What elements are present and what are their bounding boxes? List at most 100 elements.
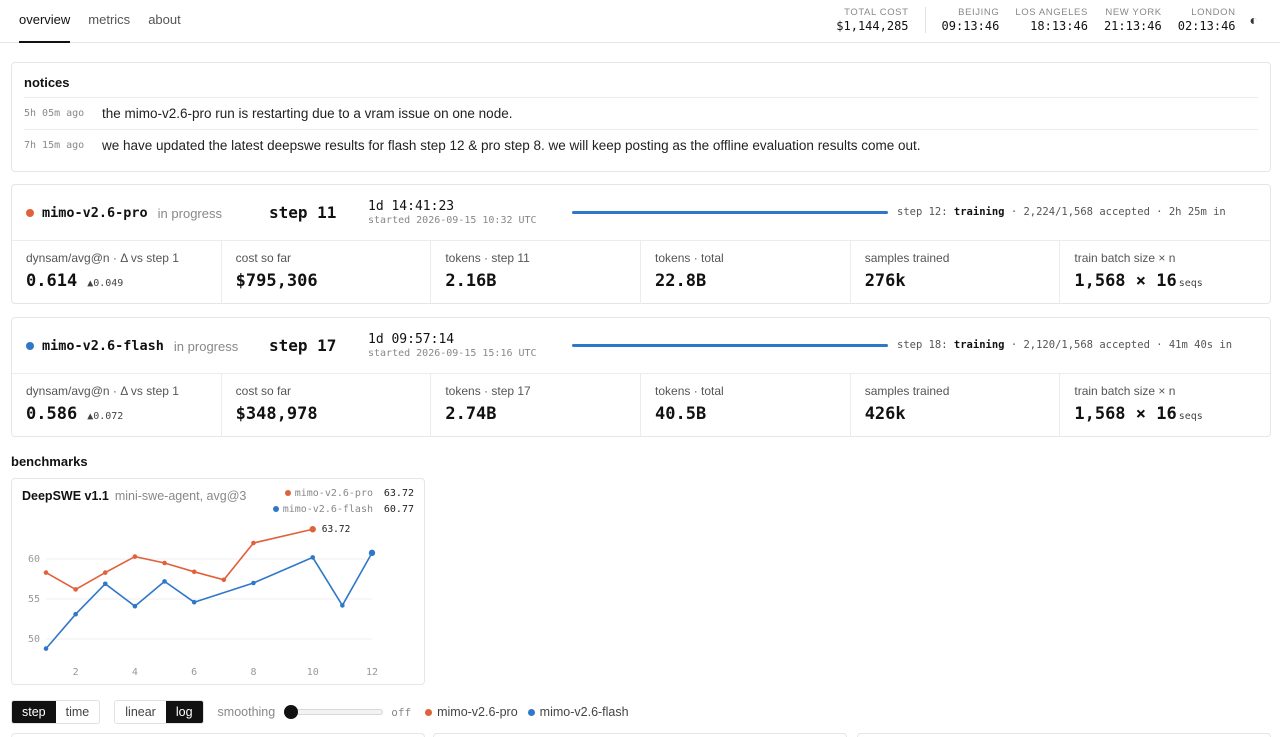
notice-item: 7h 15m ago we have updated the latest de… bbox=[24, 129, 1258, 161]
x-tick-label: 8 bbox=[250, 667, 256, 678]
data-point bbox=[191, 599, 197, 605]
chart-card-stub bbox=[11, 733, 425, 737]
slider-handle[interactable] bbox=[284, 705, 299, 719]
scale-linear-button[interactable]: linear bbox=[115, 701, 166, 723]
metric-label: cost so far bbox=[235, 251, 292, 265]
metric-value: 40.5B bbox=[655, 404, 707, 424]
axis-time-button[interactable]: time bbox=[56, 701, 100, 723]
legend-label: mimo-v2.6-flash bbox=[539, 705, 629, 719]
run-step: step 11 bbox=[269, 203, 337, 222]
axis-step-button[interactable]: step bbox=[12, 701, 56, 723]
metric-value: $348,978 bbox=[235, 404, 318, 424]
metric-label: train batch size × n bbox=[1074, 384, 1176, 398]
run-header: mimo-v2.6-pro in progress step 11 1d 14:… bbox=[12, 185, 1270, 241]
data-point bbox=[221, 577, 227, 583]
tab-about[interactable]: about bbox=[148, 0, 181, 43]
progress-fill bbox=[572, 344, 888, 347]
clock-label: LONDON bbox=[1191, 7, 1236, 18]
metric-batch: train batch size × n 1,568 × 16 seqs bbox=[1060, 241, 1270, 304]
step-info: step 18: training · 2,120/1,568 accepted… bbox=[897, 339, 1232, 351]
metric-label: dynsam/avg@n · Δ vs step 1 bbox=[26, 251, 179, 265]
metric-delta: ▲0.049 bbox=[87, 278, 124, 289]
chart-title: DeepSWE v1.1 mini-swe-agent, avg@3 bbox=[22, 489, 246, 503]
run-title: mimo-v2.6-pro bbox=[42, 205, 148, 221]
smoothing-label: smoothing bbox=[217, 705, 276, 719]
metric-unit: seqs bbox=[1178, 278, 1203, 289]
metric-tokens-total: tokens · total 40.5B bbox=[641, 374, 851, 437]
legend-dot-icon bbox=[285, 490, 291, 496]
run-metrics: dynsam/avg@n · Δ vs step 1 0.586 ▲0.072 co… bbox=[12, 374, 1270, 437]
x-tick-label: 10 bbox=[307, 667, 319, 678]
benchmark-chart-card: 50 55 60 2 4 6 8 10 12 63.72 mimo-v2.6-pro 63.72 mim… bbox=[11, 478, 425, 685]
benchmark-chart: 50 55 60 2 4 6 8 10 12 63.72 mimo-v2.6-pro 63.72 mim… bbox=[28, 488, 414, 678]
clock-london: LONDON 02:13:46 bbox=[1178, 7, 1236, 33]
run-card-flash: mimo-v2.6-flash in progress step 17 1d 0… bbox=[11, 317, 1271, 437]
metric-label: train batch size × n bbox=[1074, 251, 1176, 265]
run-elapsed: 1d 14:41:23 started 2026-09-15 10:32 UTC bbox=[368, 199, 537, 227]
clock-label: BEIJING bbox=[958, 7, 1000, 18]
metric-label: samples trained bbox=[864, 251, 950, 265]
header-stats: TOTAL COST $1,144,285 BEIJING 09:13:46 L… bbox=[836, 7, 1258, 33]
metric-tokens-step: tokens · step 11 2.16B bbox=[431, 241, 642, 304]
metric-samples: samples trained 426k bbox=[851, 374, 1061, 437]
step-progress-bar bbox=[572, 344, 888, 347]
metric-value: 22.8B bbox=[655, 271, 707, 291]
data-point bbox=[162, 560, 167, 566]
started-time: started 2026-09-15 10:32 UTC bbox=[368, 215, 537, 226]
clock-los-angeles: LOS ANGELES 18:13:46 bbox=[1015, 7, 1088, 33]
run-card-pro: mimo-v2.6-pro in progress step 11 1d 14:… bbox=[11, 184, 1271, 304]
elapsed-time: 1d 09:57:14 bbox=[368, 332, 455, 347]
metric-batch: train batch size × n 1,568 × 16 seqs bbox=[1060, 374, 1270, 437]
data-point bbox=[340, 603, 345, 608]
metric-value: 426k bbox=[864, 404, 906, 424]
run-name: mimo-v2.6-flash in progress bbox=[26, 338, 238, 354]
phase: training bbox=[953, 339, 1005, 351]
data-point bbox=[309, 526, 316, 533]
metric-value: $795,306 bbox=[235, 271, 318, 291]
notices-title: notices bbox=[24, 75, 70, 90]
smoothing-slider[interactable] bbox=[284, 705, 384, 719]
benchmarks-title: benchmarks bbox=[11, 454, 88, 469]
tab-metrics[interactable]: metrics bbox=[88, 0, 130, 43]
x-tick-label: 6 bbox=[191, 667, 197, 678]
clock-time: 18:13:46 bbox=[1030, 19, 1088, 33]
theme-toggle-icon[interactable]: ◐ bbox=[1250, 7, 1258, 33]
total-cost: TOTAL COST $1,144,285 bbox=[836, 7, 926, 33]
metric-value: 276k bbox=[864, 271, 906, 291]
data-point bbox=[368, 549, 376, 557]
metric-score: dynsam/avg@n · Δ vs step 1 0.614 ▲0.049 bbox=[12, 241, 222, 304]
total-cost-label: TOTAL COST bbox=[844, 7, 909, 18]
metric-label: tokens · step 11 bbox=[445, 251, 530, 265]
clock-time: 09:13:46 bbox=[941, 19, 1000, 33]
clock-time: 21:13:46 bbox=[1103, 19, 1162, 33]
metric-value: 2.74B bbox=[445, 404, 497, 424]
legend-item-flash[interactable]: mimo-v2.6-flash bbox=[527, 705, 629, 719]
metric-tokens-total: tokens · total 22.8B bbox=[641, 241, 851, 304]
run-status: in progress bbox=[157, 205, 222, 221]
legend-label: mimo-v2.6-pro bbox=[437, 705, 518, 719]
scale-log-button[interactable]: log bbox=[165, 701, 203, 723]
metric-cost: cost so far $795,306 bbox=[222, 241, 432, 304]
data-point bbox=[132, 554, 138, 559]
run-elapsed: 1d 09:57:14 started 2026-09-15 15:16 UTC bbox=[368, 332, 537, 360]
data-label: 63.72 bbox=[322, 524, 351, 535]
metric-unit: seqs bbox=[1178, 411, 1203, 422]
status-dot-icon bbox=[26, 209, 34, 217]
tab-overview[interactable]: overview bbox=[19, 0, 71, 43]
legend-series-value: 60.77 bbox=[384, 504, 414, 515]
x-tick-label: 4 bbox=[132, 667, 138, 678]
legend-series-value: 63.72 bbox=[384, 488, 414, 499]
status-dot-icon bbox=[26, 342, 34, 350]
data-point bbox=[251, 540, 256, 546]
legend-item-pro[interactable]: mimo-v2.6-pro bbox=[425, 705, 518, 719]
run-step: step 17 bbox=[269, 336, 337, 355]
step-progress-bar bbox=[572, 211, 888, 214]
total-cost-value: $1,144,285 bbox=[836, 19, 909, 33]
step-info: step 12: training · 2,224/1,568 accepted… bbox=[897, 206, 1226, 218]
chart-title-text: DeepSWE v1.1 bbox=[22, 489, 109, 503]
metric-value: 1,568 × 16 bbox=[1074, 271, 1177, 291]
data-point bbox=[43, 646, 49, 651]
notice-text: the mimo-v2.6-pro run is restarting due … bbox=[102, 106, 513, 121]
metric-label: tokens · total bbox=[655, 251, 724, 265]
data-point bbox=[43, 570, 49, 575]
